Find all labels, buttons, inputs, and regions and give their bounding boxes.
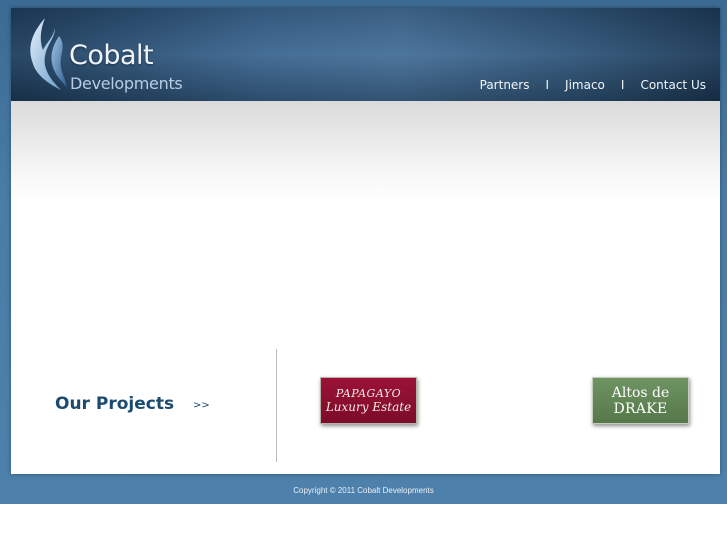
content-frame: Cobalt Developments Partners I Jimaco I …: [11, 8, 720, 474]
our-projects-heading: Our Projects: [55, 394, 175, 414]
site-header: Cobalt Developments Partners I Jimaco I …: [11, 8, 720, 101]
project-papagayo-name: PAPAGAYO: [335, 387, 402, 400]
main-nav: Partners I Jimaco I Contact Us: [480, 78, 706, 92]
nav-separator: I: [620, 78, 625, 92]
flame-swirl-icon: [30, 18, 67, 90]
site-logo[interactable]: Cobalt Developments: [25, 14, 195, 98]
project-altos-line2: DRAKE: [613, 400, 668, 417]
project-papagayo-tagline: Luxury Estate: [325, 400, 412, 414]
nav-link-partners[interactable]: Partners: [480, 78, 530, 92]
nav-link-contact-us[interactable]: Contact Us: [640, 78, 706, 92]
brand-name: Cobalt: [69, 40, 154, 71]
brand-subtitle: Developments: [70, 74, 183, 93]
nav-separator: I: [545, 78, 550, 92]
nav-link-jimaco[interactable]: Jimaco: [565, 78, 605, 92]
footer-copyright: Copyright © 2011 Cobalt Developments: [293, 486, 434, 495]
vertical-divider: [276, 349, 277, 462]
project-altos-line1: Altos de: [611, 384, 670, 401]
project-papagayo-badge[interactable]: PAPAGAYO Luxury Estate: [320, 377, 417, 424]
projects-more-arrow[interactable]: >>: [193, 400, 210, 411]
project-altos-de-drake-badge[interactable]: Altos de DRAKE: [592, 377, 689, 424]
banner-area: [11, 101, 720, 201]
